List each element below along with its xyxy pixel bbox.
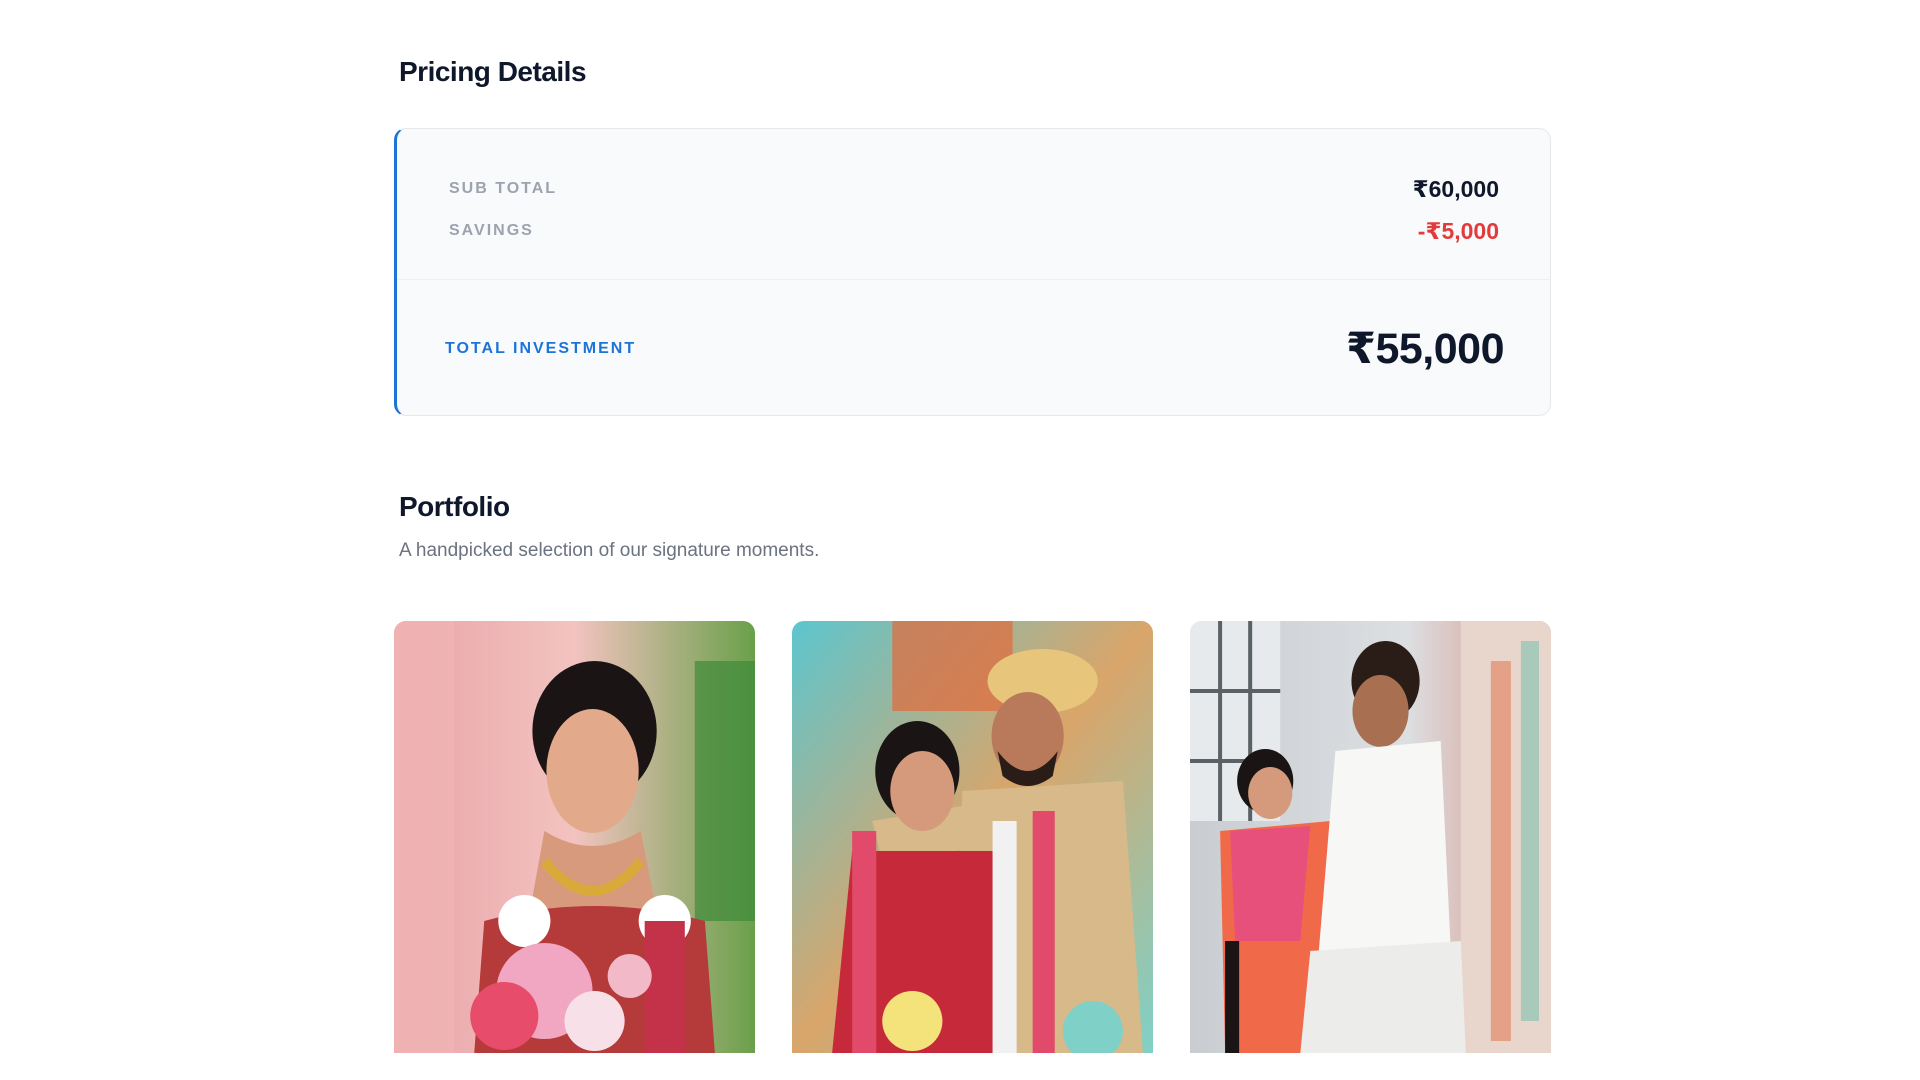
pricing-card: SUB TOTAL ₹60,000 SAVINGS -₹5,000 TOTAL …: [394, 128, 1551, 416]
pricing-title: Pricing Details: [399, 56, 587, 87]
portfolio-photo-couple-laughing[interactable]: [1190, 621, 1551, 1053]
portfolio-title: Portfolio: [399, 491, 510, 522]
total-investment-value: ₹55,000: [1346, 325, 1504, 373]
couple-garland-photo-icon: [792, 621, 1153, 1053]
savings-row: SAVINGS -₹5,000: [449, 215, 1499, 247]
bride-portrait-photo-icon: [394, 621, 755, 1053]
sub-total-row: SUB TOTAL ₹60,000: [449, 173, 1499, 205]
page: Pricing Details SUB TOTAL ₹60,000 SAVING…: [0, 0, 1920, 1080]
savings-value: -₹5,000: [1417, 217, 1499, 244]
total-investment-row: TOTAL INVESTMENT ₹55,000: [445, 289, 1504, 409]
pricing-divider: [397, 279, 1550, 280]
sub-total-value: ₹60,000: [1412, 175, 1499, 202]
couple-laughing-photo-icon: [1190, 621, 1551, 1053]
savings-label: SAVINGS: [449, 222, 534, 239]
total-investment-label: TOTAL INVESTMENT: [445, 340, 637, 357]
portfolio-photo-bride[interactable]: [394, 621, 755, 1053]
sub-total-label: SUB TOTAL: [449, 180, 558, 197]
portfolio-photo-couple-garland[interactable]: [792, 621, 1153, 1053]
portfolio-subtitle: A handpicked selection of our signature …: [399, 540, 820, 561]
portfolio-gallery: [394, 621, 1551, 1053]
